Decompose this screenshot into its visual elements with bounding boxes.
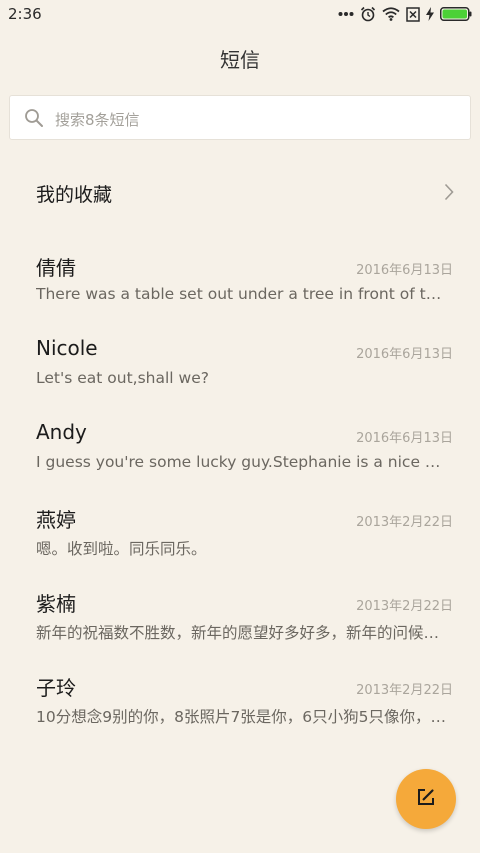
message-date: 2016年6月13日 [356,347,453,362]
message-preview: 嗯。收到啦。同乐同乐。 [36,540,207,558]
message-preview: I guess you're some lucky guy.Stephanie … [36,453,450,471]
conversation-item[interactable]: Andy 2016年6月13日 I guess you're some luck… [0,420,480,490]
favorites-label: 我的收藏 [36,184,113,206]
favorites-item[interactable]: 我的收藏 [0,170,480,216]
charging-icon [426,7,434,21]
contact-name: Nicole [36,336,98,360]
message-date: 2016年6月13日 [356,263,453,278]
message-preview: There was a table set out under a tree i… [36,285,450,303]
conversation-item[interactable]: 子玲 2013年2月22日 10分想念9别的你，8张照片7张是你，6只小狗5只像… [0,672,480,742]
search-input[interactable]: 搜索8条短信 [9,95,471,140]
wifi-icon [382,7,400,21]
contact-name: 紫楠 [36,592,76,616]
status-icons [338,5,472,23]
message-preview: 10分想念9别的你，8张照片7张是你，6只小狗5只像你，4季平安 [36,708,450,726]
contact-name: 燕婷 [36,508,76,532]
search-icon [24,108,44,132]
page-title: 短信 [220,48,260,72]
message-preview: Let's eat out,shall we? [36,369,209,387]
contact-name: 倩倩 [36,256,76,280]
status-bar: 2:36 [0,0,480,28]
chevron-right-icon [444,183,454,205]
message-date: 2016年6月13日 [356,431,453,446]
compose-icon [416,787,436,811]
contact-name: 子玲 [36,676,76,700]
no-sim-icon [406,6,420,22]
message-preview: 新年的祝福数不胜数，新年的愿望好多好多，新年的问候只有一句 [36,624,450,642]
battery-icon [440,7,472,21]
message-date: 2013年2月22日 [356,515,453,530]
compose-button[interactable] [396,769,456,829]
more-dots-icon [338,11,354,17]
conversation-item[interactable]: 倩倩 2016年6月13日 There was a table set out … [0,252,480,322]
contact-name: Andy [36,420,87,444]
status-time: 2:36 [8,5,42,23]
conversation-item[interactable]: 紫楠 2013年2月22日 新年的祝福数不胜数，新年的愿望好多好多，新年的问候只… [0,588,480,658]
conversation-item[interactable]: Nicole 2016年6月13日 Let's eat out,shall we… [0,336,480,406]
conversation-item[interactable]: 燕婷 2013年2月22日 嗯。收到啦。同乐同乐。 [0,504,480,574]
message-date: 2013年2月22日 [356,599,453,614]
alarm-icon [360,6,376,22]
message-date: 2013年2月22日 [356,683,453,698]
search-placeholder: 搜索8条短信 [55,111,140,129]
